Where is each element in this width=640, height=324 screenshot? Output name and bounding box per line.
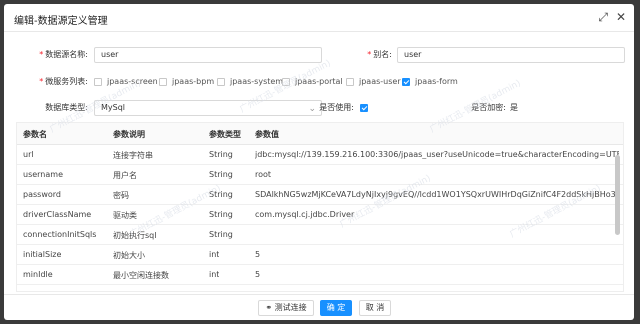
param-type-cell: String (209, 230, 233, 239)
param-name-cell: driverClassName (23, 210, 92, 219)
services-label: * 微服务列表: (39, 77, 88, 86)
name-label: * 数据源名称: (39, 50, 88, 59)
expand-icon[interactable]: ⤢ (598, 10, 608, 24)
ok-button[interactable]: 确 定 (320, 300, 352, 316)
service-label: jpaas-form (415, 77, 458, 86)
close-icon[interactable]: ✕ (616, 10, 626, 24)
dialog-title: 编辑-数据源定义管理 (14, 16, 108, 27)
header-param-name: 参数名 (23, 130, 47, 139)
alias-label: * 别名: (367, 50, 392, 59)
table-row[interactable]: connectionInitSqls 初始执行sql String (17, 225, 623, 245)
enabled-checkbox[interactable] (360, 104, 368, 112)
param-type-cell: String (209, 190, 233, 199)
service-label: jpaas-screen (107, 77, 158, 86)
param-value-cell: 5 (255, 250, 261, 259)
service-checkbox[interactable] (217, 77, 225, 86)
table-row[interactable]: initialSize 初始大小 int 5 (17, 245, 623, 265)
dbtype-value: MySql (101, 103, 126, 112)
header-param-value: 参数值 (255, 130, 279, 139)
table-row[interactable]: password 密码 String SDAlkhNG5wzMjKCeVA7LdyNj… (17, 185, 623, 205)
param-name-cell: url (23, 150, 34, 159)
service-option-jpaas-user[interactable]: jpaas-user (346, 77, 401, 86)
table-row[interactable]: minIdle 最小空闲连接数 int 5 (17, 265, 623, 285)
service-checkbox[interactable] (94, 77, 102, 86)
param-value-cell: root (255, 170, 272, 179)
service-label: jpaas-bpm (172, 77, 215, 86)
name-field[interactable]: user (94, 47, 322, 63)
enabled-label: 是否使用: (319, 103, 354, 112)
table-row[interactable]: username 用户名 String root (17, 165, 623, 185)
param-desc-cell: 最小空闲连接数 (113, 271, 169, 280)
param-type-cell: String (209, 170, 233, 179)
param-type-cell: String (209, 210, 233, 219)
encrypt-label: 是否加密: (471, 103, 506, 112)
service-label: jpaas-user (359, 77, 401, 86)
link-icon: ⚭ (265, 303, 273, 312)
service-option-jpaas-system[interactable]: jpaas-system (217, 77, 283, 86)
param-name-cell: minIdle (23, 270, 53, 279)
dialog-titlebar: 编辑-数据源定义管理 ⤢ ✕ (4, 4, 634, 32)
service-option-jpaas-screen[interactable]: jpaas-screen (94, 77, 158, 86)
param-type-cell: String (209, 150, 233, 159)
param-value-cell: SDAlkhNG5wzMjKCeVA7LdyNjIxyj9gvEQ//lcdd1… (255, 190, 619, 199)
param-desc-cell: 用户名 (113, 171, 137, 180)
param-type-cell: int (209, 250, 220, 259)
dbtype-label: 数据库类型: (45, 103, 88, 112)
service-label: jpaas-portal (295, 77, 343, 86)
encrypt-value: 是 (510, 103, 518, 112)
service-option-jpaas-bpm[interactable]: jpaas-bpm (159, 77, 214, 86)
param-desc-cell: 初始执行sql (113, 231, 157, 240)
param-name-cell: username (23, 170, 63, 179)
params-table: 参数名 参数说明 参数类型 参数值 url 连接字符串 String jdbc:mys… (16, 122, 624, 292)
service-option-jpaas-portal[interactable]: jpaas-portal (282, 77, 343, 86)
param-desc-cell: 初始大小 (113, 251, 145, 260)
param-name-cell: initialSize (23, 250, 62, 259)
param-desc-cell: 连接字符串 (113, 151, 153, 160)
param-desc-cell: 密码 (113, 191, 129, 200)
cancel-button[interactable]: 取 消 (359, 300, 391, 316)
param-value-cell: com.mysql.cj.jdbc.Driver (255, 210, 355, 219)
param-value-cell: 5 (255, 270, 261, 279)
service-option-jpaas-form[interactable]: jpaas-form (402, 77, 458, 86)
dbtype-select[interactable]: MySql ⌄ (94, 100, 322, 116)
table-scrollbar[interactable] (615, 155, 620, 235)
service-checkbox[interactable] (346, 77, 354, 86)
table-header: 参数名 参数说明 参数类型 参数值 (17, 123, 623, 145)
table-row[interactable]: url 连接字符串 String jdbc:mysql://139.159.216.1… (17, 145, 623, 165)
service-label: jpaas-system (230, 77, 284, 86)
header-param-desc: 参数说明 (113, 130, 145, 139)
param-value-cell: jdbc:mysql://139.159.216.100:3306/jpaas_… (255, 150, 619, 159)
dialog-footer: ⚭ 测试连接 确 定 取 消 (4, 294, 634, 320)
param-type-cell: int (209, 270, 220, 279)
param-desc-cell: 驱动类 (113, 211, 137, 220)
header-param-type: 参数类型 (209, 130, 241, 139)
param-name-cell: connectionInitSqls (23, 230, 97, 239)
service-checkbox[interactable] (402, 77, 410, 86)
alias-field[interactable]: user (397, 47, 625, 63)
param-name-cell: password (23, 190, 61, 199)
edit-datasource-dialog: 编辑-数据源定义管理 ⤢ ✕ * 数据源名称: user * 别名: user * 微… (4, 4, 634, 320)
service-checkbox[interactable] (159, 77, 167, 86)
test-connection-button[interactable]: ⚭ 测试连接 (258, 300, 314, 316)
service-checkbox[interactable] (282, 77, 290, 86)
table-row[interactable]: driverClassName 驱动类 String com.mysql.cj.jdb… (17, 205, 623, 225)
